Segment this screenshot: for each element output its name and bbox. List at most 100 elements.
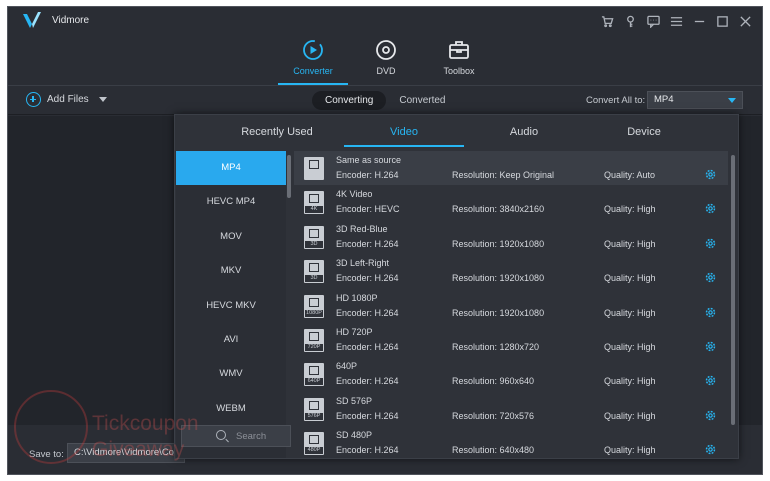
gear-icon[interactable]	[704, 237, 717, 250]
preset-encoder: Encoder: H.264	[336, 273, 399, 284]
search-placeholder: Search	[236, 431, 267, 442]
video-file-icon: 1080P	[304, 294, 324, 318]
preset-quality: Quality: High	[604, 445, 656, 456]
tab-toolbox[interactable]: Toolbox	[424, 39, 494, 81]
preset-quality: Quality: High	[604, 273, 656, 284]
preset-encoder: Encoder: H.264	[336, 170, 399, 180]
preset-name: 3D Red-Blue	[336, 223, 388, 234]
preset-quality: Quality: High	[604, 376, 656, 387]
tab-device-label: Device	[627, 126, 661, 138]
active-tab-indicator	[344, 145, 464, 147]
tab-dvd-label: DVD	[376, 66, 396, 76]
format-list-scrollbar[interactable]	[287, 155, 291, 198]
preset-resolution: Resolution: 640x480	[452, 445, 535, 456]
add-files-button[interactable]: Add Files	[26, 92, 107, 107]
gear-icon[interactable]	[704, 202, 717, 215]
gear-icon[interactable]	[704, 168, 717, 181]
gear-icon[interactable]	[704, 443, 717, 456]
preset-encoder: Encoder: HEVC	[336, 204, 400, 215]
format-panel: Recently Used Video Audio Device MP4 HEV…	[174, 114, 739, 459]
tab-converter-label: Converter	[293, 66, 333, 76]
format-item-mp4[interactable]: MP4	[176, 151, 286, 186]
preset-name: SD 576P	[336, 395, 373, 406]
gear-icon[interactable]	[704, 271, 717, 284]
preset-row[interactable]: 1080P HD 1080P Encoder: H.264 Resolution…	[294, 289, 728, 323]
preset-list: Same as source Encoder: H.264 Resolution…	[294, 151, 728, 458]
preset-name: HD 1080P	[336, 292, 378, 303]
gear-icon[interactable]	[704, 374, 717, 387]
video-file-icon: 4K	[304, 191, 324, 215]
search-icon	[216, 430, 226, 440]
tab-dvd[interactable]: DVD	[351, 39, 421, 81]
chat-icon[interactable]	[644, 12, 662, 30]
cart-icon[interactable]	[598, 12, 616, 30]
preset-quality: Quality: High	[604, 307, 656, 318]
converting-tab[interactable]: Converting	[312, 91, 387, 110]
preset-row[interactable]: 4K 4K Video Encoder: HEVC Resolution: 38…	[294, 185, 728, 219]
preset-name: HD 720P	[336, 326, 373, 337]
preset-encoder: Encoder: H.264	[336, 307, 399, 318]
gear-icon[interactable]	[704, 340, 717, 353]
close-icon[interactable]	[736, 12, 754, 30]
preset-resolution: Resolution: 960x640	[452, 376, 535, 387]
tab-device[interactable]: Device	[584, 126, 704, 138]
preset-resolution: Resolution: 3840x2160	[452, 204, 545, 215]
preset-resolution: Resolution: 1920x1080	[452, 273, 545, 284]
3d-cube-icon: 3D	[304, 225, 324, 249]
gear-icon[interactable]	[704, 409, 717, 422]
convert-all-value: MP4	[654, 94, 674, 105]
chevron-down-icon[interactable]	[98, 97, 107, 102]
preset-tag: 3D	[305, 275, 323, 283]
maximize-icon[interactable]	[713, 12, 731, 30]
preset-row[interactable]: 480P SD 480P Encoder: H.264 Resolution: …	[294, 426, 728, 458]
tab-audio[interactable]: Audio	[464, 126, 584, 138]
key-icon[interactable]	[621, 12, 639, 30]
preset-row[interactable]: Same as source Encoder: H.264 Resolution…	[294, 151, 728, 186]
format-item-webm[interactable]: WEBM	[176, 392, 286, 426]
convert-all-label: Convert All to:	[586, 95, 646, 106]
gear-icon[interactable]	[704, 306, 717, 319]
preset-name: 4K Video	[336, 189, 373, 200]
tab-recently-used[interactable]: Recently Used	[217, 126, 337, 138]
format-item-mkv[interactable]: MKV	[176, 254, 286, 288]
preset-resolution: Resolution: 720x576	[452, 410, 535, 421]
dvd-icon	[376, 40, 396, 60]
preset-row[interactable]: 3D 3D Red-Blue Encoder: H.264 Resolution…	[294, 220, 728, 254]
minimize-icon[interactable]	[690, 12, 708, 30]
save-path-field[interactable]: C:\Vidmore\Vidmore\Conve	[67, 443, 185, 463]
tab-converter[interactable]: Converter	[278, 39, 348, 85]
format-item-wmv[interactable]: WMV	[176, 357, 286, 391]
preset-resolution: Resolution: 1920x1080	[452, 238, 545, 249]
tab-audio-label: Audio	[509, 126, 539, 138]
tab-toolbox-label: Toolbox	[443, 66, 475, 76]
app-title: Vidmore	[52, 15, 90, 26]
preset-tag: 640P	[305, 378, 323, 386]
preset-tag: 576P	[305, 412, 323, 420]
preset-tag: 3D	[305, 240, 323, 248]
format-item-mov[interactable]: MOV	[176, 220, 286, 254]
format-item-avi[interactable]: AVI	[176, 323, 286, 357]
preset-encoder: Encoder: H.264	[336, 341, 399, 352]
3d-cube-icon: 3D	[304, 260, 324, 284]
toolbox-icon	[449, 41, 469, 59]
format-item-hevc-mp4[interactable]: HEVC MP4	[176, 185, 286, 219]
copy-icon	[304, 157, 324, 180]
video-file-icon: 720P	[304, 328, 324, 352]
format-search-input[interactable]: Search	[181, 425, 291, 447]
video-file-icon: 640P	[304, 363, 324, 387]
tab-video[interactable]: Video	[344, 126, 464, 147]
convert-all-select[interactable]: MP4	[647, 91, 743, 109]
preset-encoder: Encoder: H.264	[336, 445, 399, 456]
converted-tab[interactable]: Converted	[386, 91, 458, 110]
preset-row[interactable]: 3D 3D Left-Right Encoder: H.264 Resoluti…	[294, 254, 728, 288]
preset-list-scrollbar[interactable]	[731, 155, 735, 425]
format-item-hevc-mkv[interactable]: HEVC MKV	[176, 289, 286, 323]
preset-row[interactable]: 720P HD 720P Encoder: H.264 Resolution: …	[294, 323, 728, 357]
menu-icon[interactable]	[667, 12, 685, 30]
preset-quality: Quality: High	[604, 410, 656, 421]
preset-tag: 1080P	[305, 309, 323, 317]
preset-quality: Quality: High	[604, 238, 656, 249]
title-bar: Vidmore	[8, 7, 762, 35]
preset-row[interactable]: 640P 640P Encoder: H.264 Resolution: 960…	[294, 357, 728, 391]
preset-row[interactable]: 576P SD 576P Encoder: H.264 Resolution: …	[294, 392, 728, 426]
